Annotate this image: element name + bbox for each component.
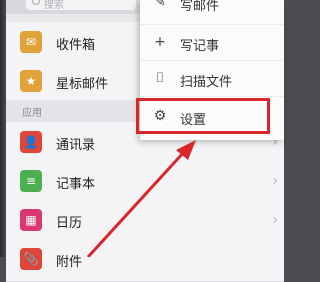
device-bezel — [0, 0, 6, 257]
annotation-arrow — [86, 140, 196, 257]
mail-app-screen: 搜索 ✉ 收件箱 ★ 星标邮件 应用 👤 通讯录 › ≡ 记事本 › ▦ 日历 … — [0, 0, 284, 282]
